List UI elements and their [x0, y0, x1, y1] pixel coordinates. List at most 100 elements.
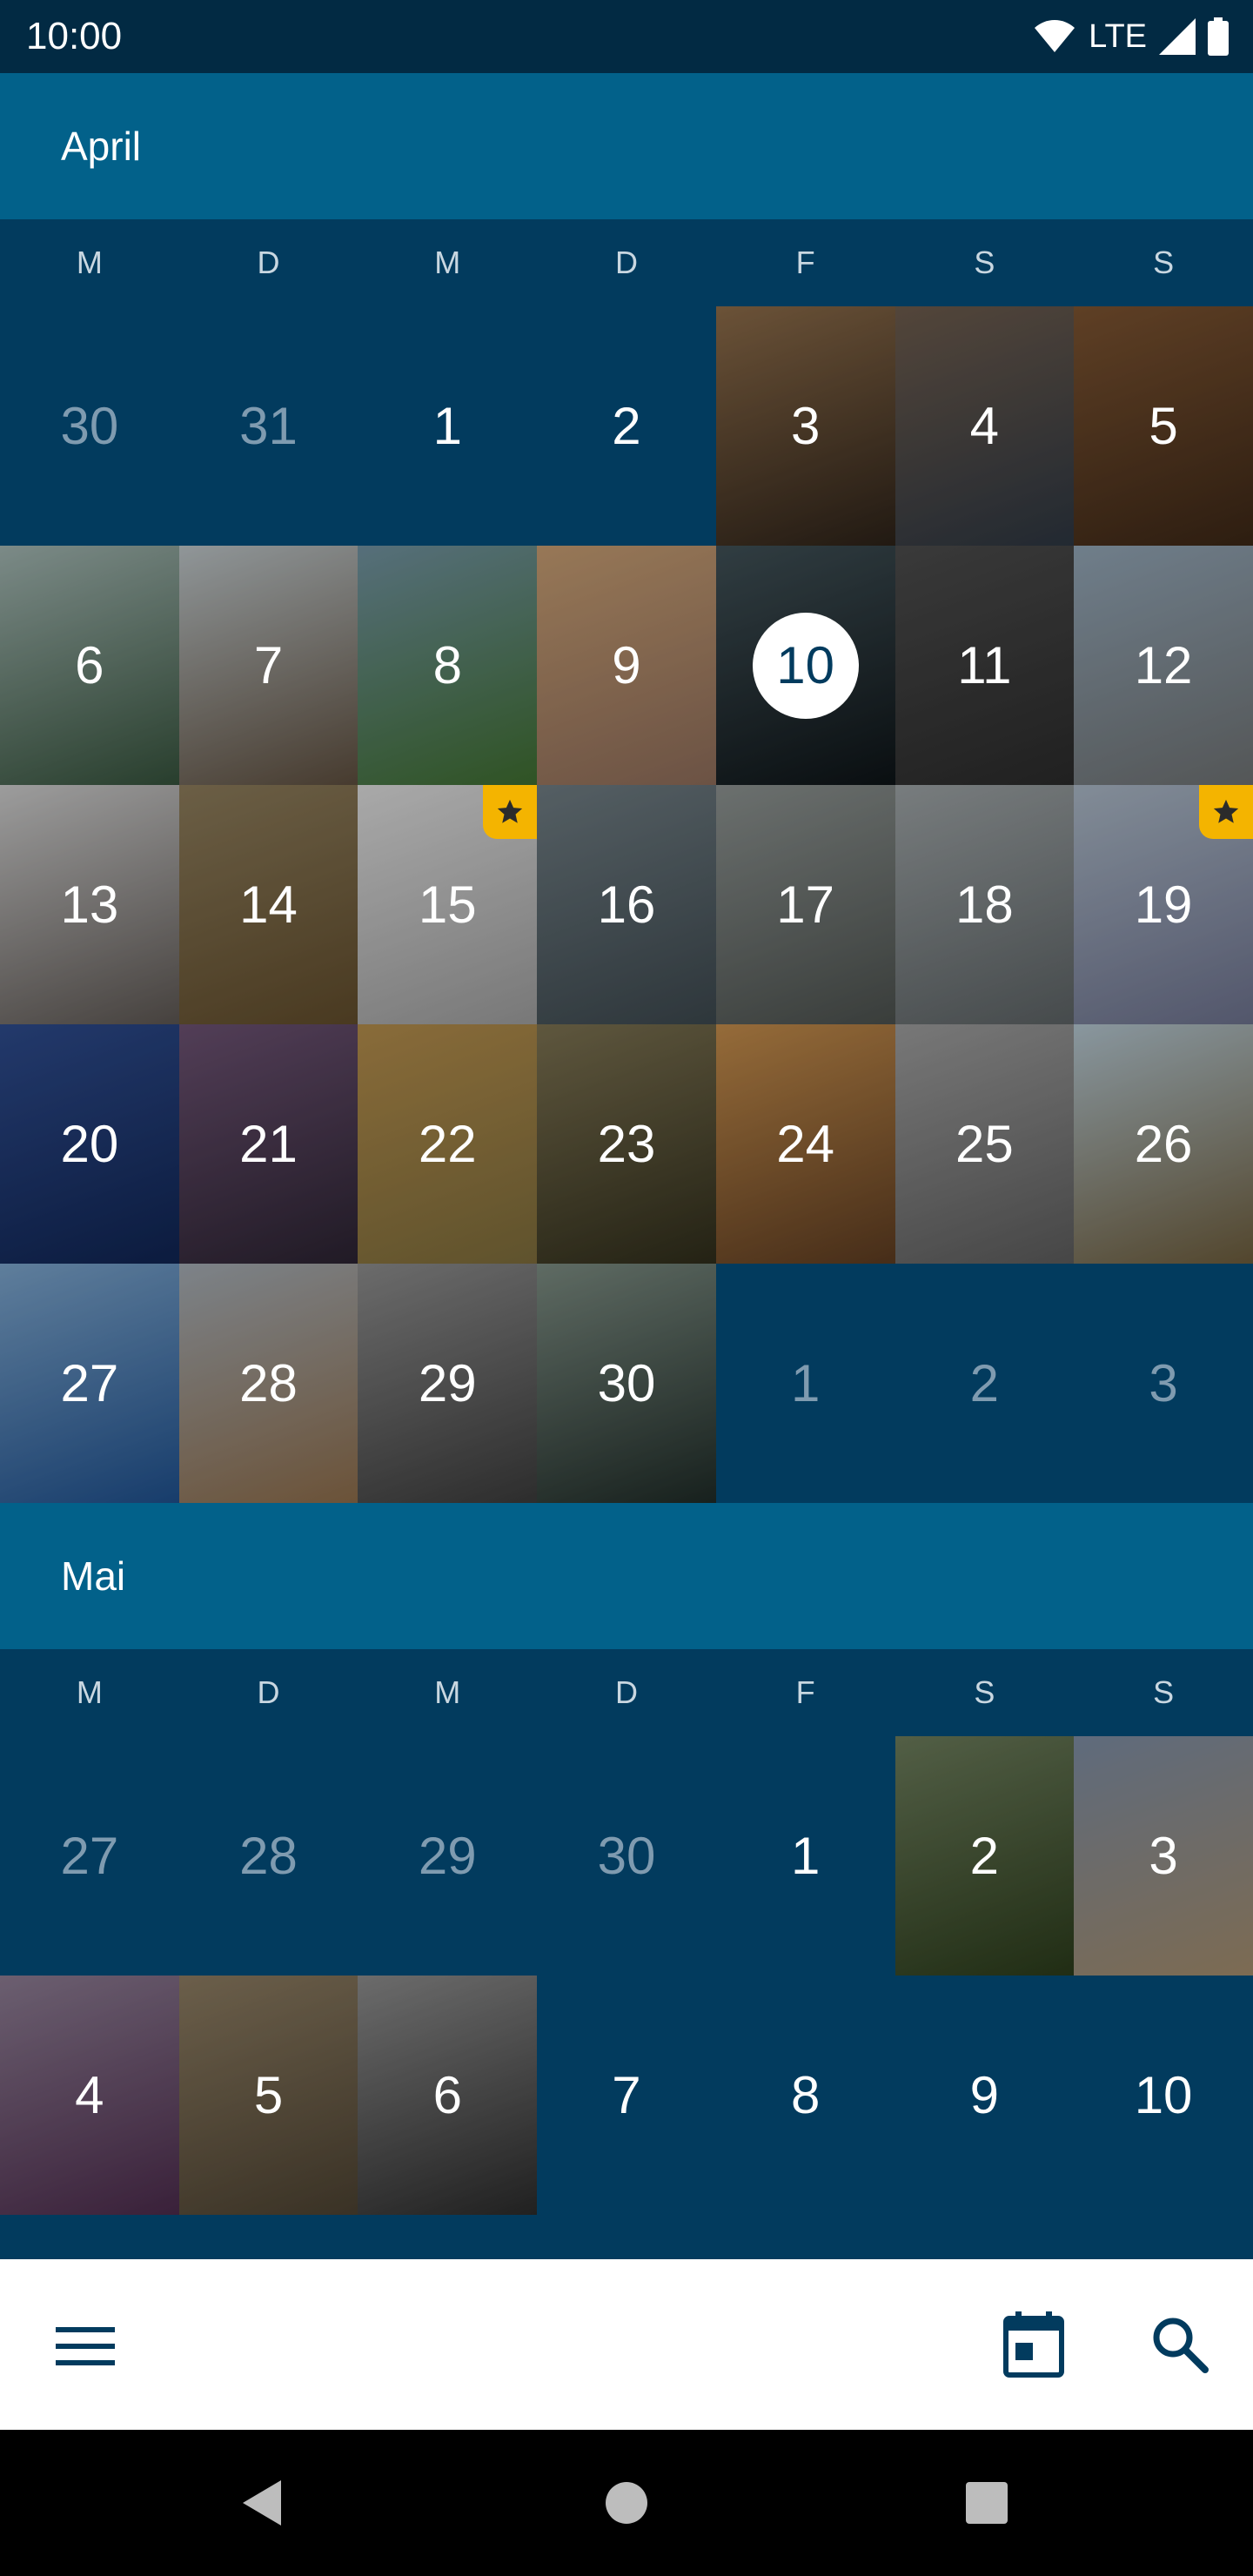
back-button[interactable]: [218, 2459, 305, 2546]
day-cell-photo[interactable]: 3: [1074, 1736, 1253, 1976]
home-button[interactable]: [583, 2459, 670, 2546]
day-cell[interactable]: 1: [716, 1736, 895, 1976]
day-cell-photo[interactable]: 7: [178, 546, 358, 785]
wifi-icon: [1035, 20, 1075, 52]
day-number: 21: [239, 1115, 298, 1173]
day-number: 5: [1149, 397, 1178, 455]
day-cell-photo[interactable]: 27: [0, 1264, 179, 1503]
day-number: 8: [432, 636, 462, 694]
day-cell[interactable]: 9: [895, 1976, 1075, 2215]
month-title: April: [61, 124, 142, 169]
day-number: 3: [1149, 1827, 1178, 1885]
day-cell[interactable]: 27: [0, 1736, 179, 1976]
day-cell[interactable]: 31: [179, 306, 358, 546]
day-cell[interactable]: 28: [179, 1736, 358, 1976]
day-cell-photo[interactable]: 19: [1074, 785, 1253, 1024]
day-number: 5: [253, 2066, 284, 2124]
calendar-today-icon: [1003, 2311, 1064, 2378]
day-cell-photo[interactable]: 3: [715, 306, 895, 546]
day-cell[interactable]: 30: [0, 306, 179, 546]
day-number: 3: [790, 397, 821, 455]
day-number: 6: [75, 636, 104, 694]
day-number: 28: [239, 1827, 298, 1885]
status-icons: LTE: [1033, 17, 1229, 56]
day-cell-photo[interactable]: 12: [1074, 546, 1253, 785]
day-number: 28: [239, 1354, 298, 1412]
calendar-today-button[interactable]: [990, 2301, 1077, 2388]
month-grid-april: 30 31 1 2 3 4 5 6 7 8 9 10 11 12 13 14 15 16 17 18 19 20 21 22 2…: [0, 306, 1253, 1503]
day-cell-photo[interactable]: 22: [358, 1024, 538, 1264]
day-cell[interactable]: 7: [537, 1976, 716, 2215]
day-cell-photo[interactable]: 14: [178, 785, 358, 1024]
day-number: 1: [790, 1827, 821, 1885]
day-cell-photo[interactable]: 9: [537, 546, 716, 785]
day-cell[interactable]: 1: [716, 1264, 895, 1503]
day-cell-photo[interactable]: 6: [358, 1976, 538, 2215]
day-number: 4: [969, 397, 1000, 455]
day-number: 24: [776, 1115, 835, 1173]
day-cell-photo[interactable]: 26: [1074, 1024, 1253, 1264]
weekday-label: S: [974, 1674, 995, 1710]
menu-button[interactable]: [42, 2303, 129, 2390]
day-number: 31: [239, 397, 298, 455]
day-number: 14: [239, 875, 298, 934]
day-cell-photo[interactable]: 25: [895, 1024, 1075, 1264]
day-number: 29: [418, 1354, 477, 1412]
day-number: 1: [790, 1354, 821, 1412]
day-number: 1: [432, 397, 462, 455]
day-number: 17: [776, 875, 835, 934]
day-number: 3: [1149, 1354, 1178, 1412]
day-cell-photo[interactable]: 13: [0, 785, 179, 1024]
day-number: 27: [60, 1827, 119, 1885]
day-cell-photo[interactable]: 20: [0, 1024, 179, 1264]
search-icon: [1153, 2318, 1209, 2373]
day-cell-photo[interactable]: 28: [178, 1264, 358, 1503]
day-number: 26: [1134, 1115, 1193, 1173]
day-cell-photo[interactable]: 6: [0, 546, 179, 785]
weekday-row: MDMDFSS: [0, 1649, 1253, 1736]
status-bar: 10:00 LTE: [0, 0, 1253, 73]
search-button[interactable]: [1136, 2301, 1223, 2388]
day-cell[interactable]: 30: [537, 1736, 716, 1976]
day-cell-photo[interactable]: 30: [537, 1264, 716, 1503]
day-cell-photo[interactable]: 29: [358, 1264, 538, 1503]
day-cell[interactable]: 2: [537, 306, 716, 546]
day-cell-photo[interactable]: 4: [895, 306, 1075, 546]
day-cell-photo[interactable]: 5: [178, 1976, 358, 2215]
favorite-badge: [483, 785, 538, 839]
day-number: 8: [790, 2066, 821, 2124]
day-cell[interactable]: 1: [358, 306, 537, 546]
day-cell-photo[interactable]: 16: [537, 785, 716, 1024]
day-cell[interactable]: 10: [1074, 1976, 1253, 2215]
day-number: 27: [60, 1354, 119, 1412]
day-cell-photo[interactable]: 4: [0, 1976, 179, 2215]
day-cell[interactable]: 29: [358, 1736, 537, 1976]
weekday-label: M: [434, 245, 461, 280]
recents-button[interactable]: [943, 2459, 1030, 2546]
day-cell-photo[interactable]: 2: [895, 1736, 1075, 1976]
day-number: 11: [957, 636, 1012, 694]
day-cell-photo[interactable]: 8: [358, 546, 538, 785]
day-number: 23: [597, 1115, 656, 1173]
day-number: 2: [612, 397, 641, 455]
day-cell-photo[interactable]: 15: [358, 785, 538, 1024]
weekday-label: S: [1153, 1674, 1175, 1710]
favorite-badge: [1198, 785, 1253, 839]
day-number: 25: [955, 1115, 1014, 1173]
day-cell-photo[interactable]: 18: [895, 785, 1075, 1024]
day-cell-photo[interactable]: 10: [715, 546, 895, 785]
day-number: 15: [418, 875, 477, 934]
day-cell-photo[interactable]: 23: [537, 1024, 716, 1264]
star-icon: [497, 799, 523, 823]
day-cell-photo[interactable]: 21: [178, 1024, 358, 1264]
day-cell[interactable]: 8: [716, 1976, 895, 2215]
day-cell[interactable]: 3: [1074, 1264, 1253, 1503]
network-type: LTE: [1089, 18, 1147, 55]
day-cell-photo[interactable]: 11: [895, 546, 1075, 785]
day-cell-photo[interactable]: 17: [715, 785, 895, 1024]
day-cell-photo[interactable]: 24: [715, 1024, 895, 1264]
day-cell[interactable]: 2: [895, 1264, 1075, 1503]
weekday-row: MDMDFSS: [0, 219, 1253, 306]
day-number: 16: [597, 875, 656, 934]
day-cell-photo[interactable]: 5: [1074, 306, 1253, 546]
